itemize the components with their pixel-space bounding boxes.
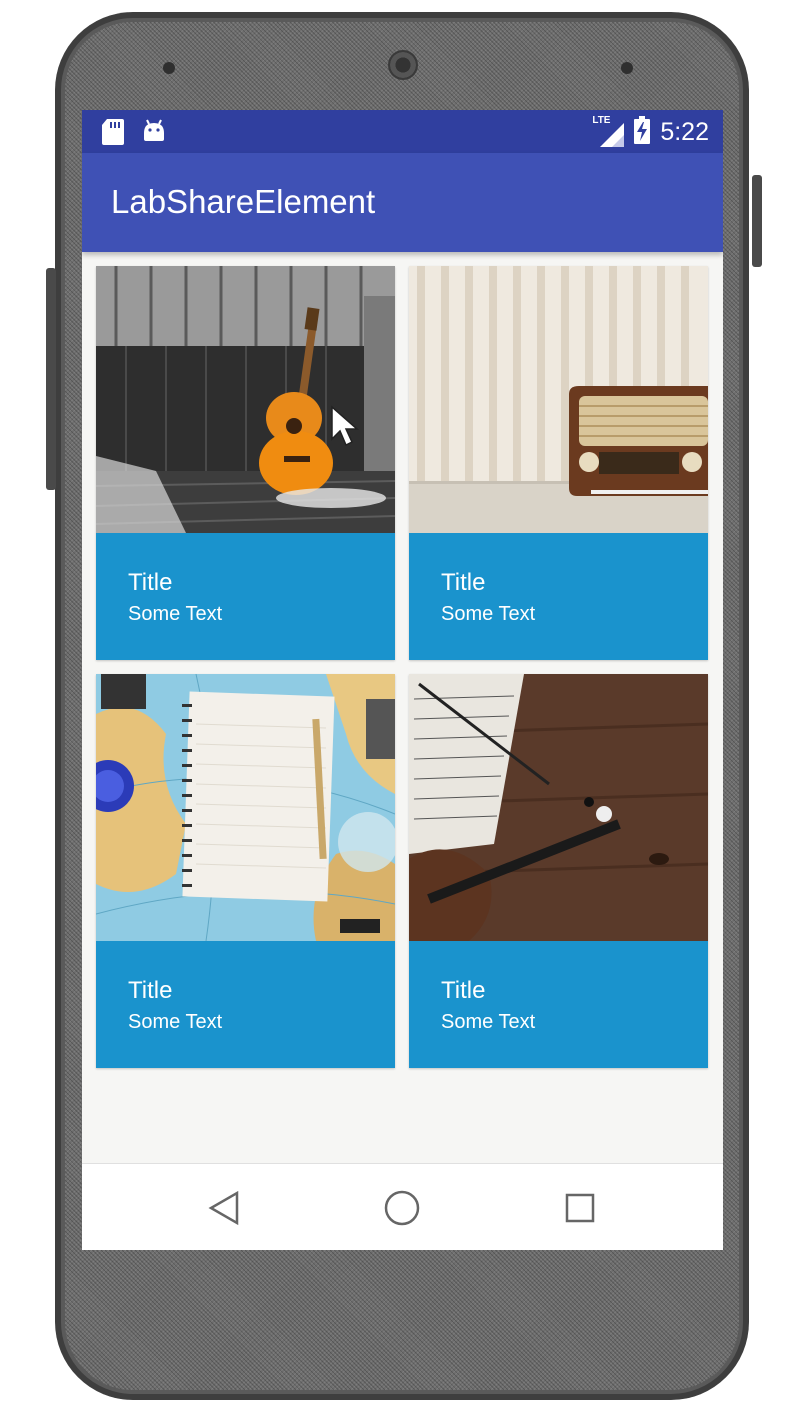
- back-icon: [208, 1190, 239, 1226]
- back-button[interactable]: [202, 1186, 246, 1230]
- card-title: Title: [441, 569, 486, 596]
- card-title: Title: [128, 977, 173, 1004]
- violin-sheet-music-photo: [409, 674, 708, 941]
- card[interactable]: Title Some Text: [96, 266, 395, 660]
- sensor: [621, 62, 633, 74]
- app-bar: LabShareElement: [82, 153, 723, 252]
- sd-card-icon: [102, 119, 124, 149]
- card-title: Title: [128, 569, 173, 596]
- lte-signal-icon: LTE: [592, 115, 625, 147]
- status-bar: LTE 5:22: [82, 110, 723, 153]
- card[interactable]: Title Some Text: [409, 674, 708, 1068]
- guitar-photo: [96, 266, 395, 533]
- card-text: Some Text: [128, 1011, 223, 1033]
- card[interactable]: Title Some Text: [96, 674, 395, 1068]
- volume-button: [46, 268, 56, 490]
- recents-icon: [565, 1193, 595, 1223]
- power-button: [752, 175, 762, 267]
- card-grid: Title Some Text Title Some Text Title So…: [96, 266, 708, 1068]
- navigation-bar: [82, 1163, 723, 1250]
- clock: 5:22: [660, 117, 709, 146]
- radio-photo: [409, 266, 708, 533]
- card-text: Some Text: [441, 603, 536, 625]
- home-button[interactable]: [380, 1186, 424, 1230]
- screen: LTE 5:22 LabShareElement Title Some Text…: [82, 110, 723, 1250]
- mouse-cursor-icon: [331, 405, 359, 447]
- app-title: LabShareElement: [111, 183, 376, 220]
- card-title: Title: [441, 977, 486, 1004]
- home-icon: [384, 1190, 420, 1226]
- android-icon: [142, 119, 166, 149]
- speaker-grille: [388, 50, 418, 80]
- front-camera: [163, 62, 175, 74]
- network-type-label: LTE: [592, 115, 611, 126]
- card-text: Some Text: [441, 1011, 536, 1033]
- recents-button[interactable]: [558, 1186, 602, 1230]
- notebook-map-photo: [96, 674, 395, 941]
- card[interactable]: Title Some Text: [409, 266, 708, 660]
- card-text: Some Text: [128, 603, 223, 625]
- battery-charging-icon: [634, 116, 651, 148]
